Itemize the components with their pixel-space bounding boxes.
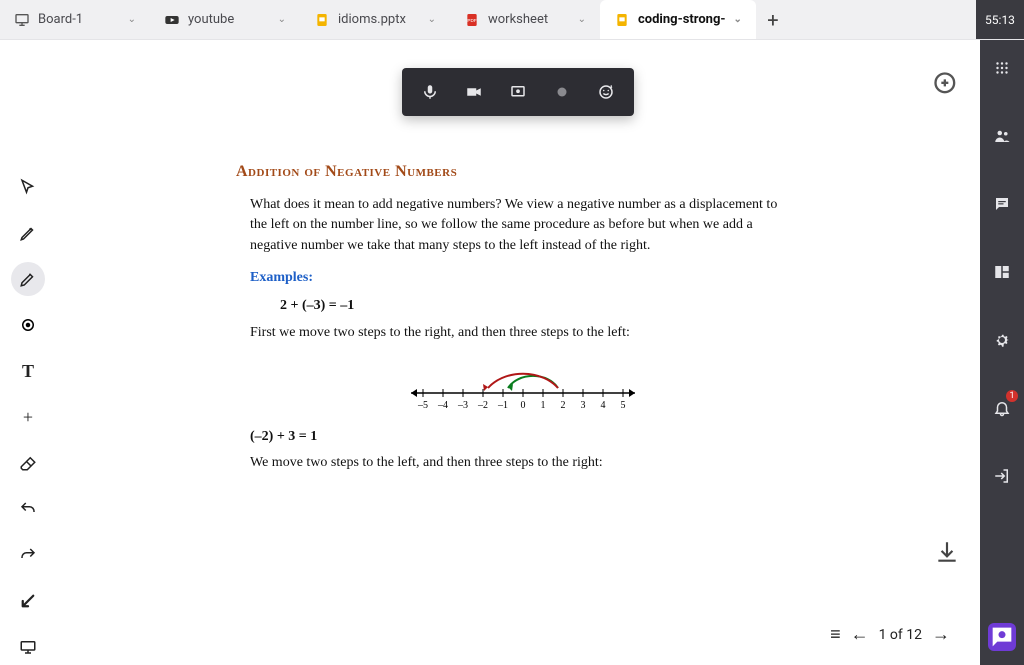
tab-label: youtube [188, 12, 234, 27]
notifications-button[interactable]: 1 [988, 394, 1016, 422]
svg-text:–3: –3 [457, 400, 468, 411]
doc-step-1: First we move two steps to the right, an… [250, 323, 796, 343]
session-timer: 55:13 [976, 0, 1024, 39]
youtube-icon [164, 12, 180, 28]
slides-icon [314, 12, 330, 28]
tab-label: worksheet [488, 12, 548, 27]
doc-examples-label: Examples: [250, 268, 796, 288]
tab-youtube[interactable]: youtube ⌄ [150, 0, 300, 39]
help-button[interactable] [988, 623, 1016, 651]
doc-intro: What does it mean to add negative number… [250, 195, 796, 256]
pager-menu-icon[interactable]: ≡ [830, 624, 841, 645]
chevron-down-icon: ⌄ [428, 14, 436, 25]
svg-text:–2: –2 [477, 400, 488, 411]
mic-button[interactable] [408, 72, 452, 112]
tab-label: coding-strong- [638, 12, 726, 27]
pager-prev-button[interactable]: ← [851, 624, 869, 645]
pdf-icon: PDF [464, 12, 480, 28]
tab-board[interactable]: Board-1 ⌄ [0, 0, 150, 39]
tab-worksheet[interactable]: PDF worksheet ⌄ [450, 0, 600, 39]
tool-undo[interactable] [11, 492, 45, 526]
media-control-bar [402, 68, 634, 116]
document-content: Addition of Negative Numbers What does i… [236, 160, 796, 484]
tool-select[interactable] [11, 170, 45, 204]
tool-text[interactable]: T [11, 354, 45, 388]
notifications-badge: 1 [1006, 390, 1018, 402]
svg-text:0: 0 [521, 400, 526, 411]
layout-button[interactable] [988, 258, 1016, 286]
svg-text:PDF: PDF [467, 18, 476, 23]
chevron-down-icon: ⌄ [578, 14, 586, 25]
chevron-down-icon: ⌄ [128, 14, 136, 25]
tool-eraser[interactable] [11, 446, 45, 480]
tool-color[interactable] [11, 308, 45, 342]
tab-coding-strong[interactable]: coding-strong- ⌄ [600, 0, 756, 39]
settings-button[interactable] [988, 326, 1016, 354]
camera-button[interactable] [452, 72, 496, 112]
doc-step-2: We move two steps to the left, and then … [250, 453, 796, 473]
tab-idioms[interactable]: idioms.pptx ⌄ [300, 0, 450, 39]
svg-text:4: 4 [601, 400, 606, 411]
left-toolbar: T + [0, 40, 56, 665]
svg-text:5: 5 [621, 400, 626, 411]
tool-pointer-arrow[interactable] [11, 584, 45, 618]
svg-text:–1: –1 [497, 400, 508, 411]
presentation-icon [14, 12, 30, 28]
doc-equation-1: 2 + (–3) = –1 [280, 296, 796, 316]
emoji-button[interactable] [584, 72, 628, 112]
pager-next-button[interactable]: → [932, 624, 950, 645]
svg-text:1: 1 [541, 400, 546, 411]
screenshare-button[interactable] [496, 72, 540, 112]
chat-button[interactable] [988, 190, 1016, 218]
doc-title: Addition of Negative Numbers [236, 160, 796, 183]
tool-pen[interactable] [11, 262, 45, 296]
tab-label: idioms.pptx [338, 12, 406, 27]
page-navigator: ≡ ← 1 of 12 → [830, 624, 950, 645]
slides-icon [614, 12, 630, 28]
apps-grid-button[interactable] [988, 54, 1016, 82]
tool-redo[interactable] [11, 538, 45, 572]
tab-bar: Board-1 ⌄ youtube ⌄ idioms.pptx ⌄ PDF wo… [0, 0, 1024, 40]
svg-text:3: 3 [581, 400, 586, 411]
number-line-figure: –5 –4 –3 –2 –1 0 1 2 3 4 5 [250, 353, 796, 413]
record-button[interactable] [540, 72, 584, 112]
svg-text:–4: –4 [437, 400, 448, 411]
tool-add[interactable]: + [11, 400, 45, 434]
pager-text: 1 of 12 [879, 627, 922, 643]
right-rail: 1 [980, 40, 1024, 665]
doc-equation-2: (–2) + 3 = 1 [250, 427, 796, 447]
canvas-area[interactable]: Addition of Negative Numbers What does i… [56, 40, 980, 665]
zoom-in-button[interactable] [932, 70, 960, 98]
tool-pencil[interactable] [11, 216, 45, 250]
tool-present[interactable] [11, 630, 45, 664]
svg-text:2: 2 [561, 400, 566, 411]
tab-add-button[interactable]: + [756, 0, 790, 39]
svg-text:–5: –5 [417, 400, 428, 411]
participants-button[interactable] [988, 122, 1016, 150]
tab-label: Board-1 [38, 12, 83, 27]
chevron-down-icon: ⌄ [278, 14, 286, 25]
download-button[interactable] [934, 539, 960, 565]
exit-button[interactable] [988, 462, 1016, 490]
chevron-down-icon: ⌄ [734, 14, 742, 25]
